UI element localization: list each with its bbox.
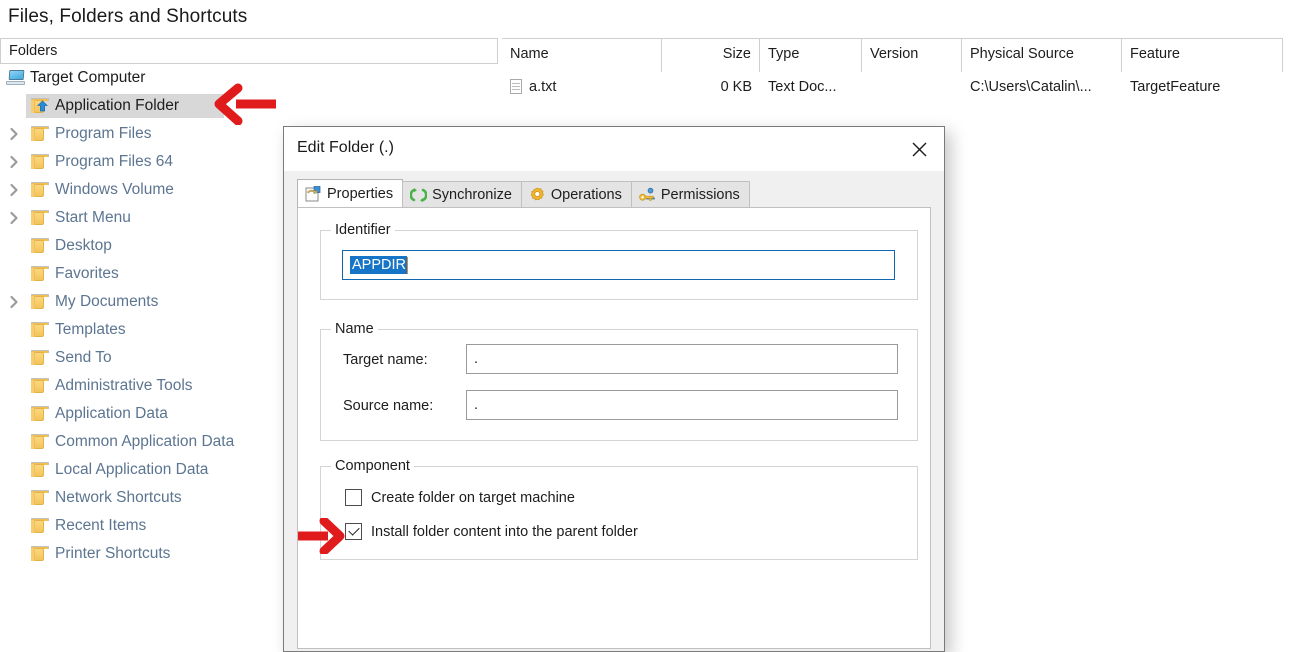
tab-properties[interactable]: Properties: [297, 179, 404, 207]
tab-label: Operations: [550, 186, 622, 203]
column-header-label: Version: [870, 46, 919, 62]
tab-permissions[interactable]: Permissions: [630, 181, 750, 207]
cell-name: a.txt: [510, 72, 654, 102]
operations-icon: [529, 187, 546, 203]
identifier-input-value: APPDIR: [350, 256, 407, 274]
cell-feature: TargetFeature: [1130, 79, 1221, 95]
tab-label: Synchronize: [432, 186, 512, 203]
tree-item-label: Start Menu: [55, 209, 131, 226]
column-header-physical-source[interactable]: Physical Source: [962, 38, 1122, 72]
install-into-parent-checkbox-label: Install folder content into the parent f…: [371, 523, 638, 540]
cell-physical-source: C:\Users\Catalin\...: [970, 79, 1092, 95]
tree-item-label: Target Computer: [30, 69, 146, 86]
dialog-tabstrip[interactable]: Properties Synchronize Operations Permissio…: [297, 179, 750, 207]
folders-column-header-label: Folders: [9, 43, 58, 59]
tab-label: Permissions: [660, 186, 740, 203]
column-header-name[interactable]: Name: [502, 38, 662, 72]
tree-item-label: Application Data: [55, 405, 168, 422]
column-header-feature[interactable]: Feature: [1122, 38, 1283, 72]
close-icon[interactable]: [904, 137, 934, 161]
properties-icon: [305, 185, 322, 202]
tree-item-label: My Documents: [55, 293, 159, 310]
source-name-label: Source name:: [343, 398, 434, 414]
chevron-right-icon[interactable]: [6, 210, 22, 226]
identifier-group-legend: Identifier: [331, 222, 395, 238]
create-folder-checkbox-row[interactable]: Create folder on target machine: [345, 489, 575, 506]
target-name-input[interactable]: .: [466, 344, 898, 374]
properties-tab-panel: Identifier APPDIR Name Target name: . So…: [297, 207, 931, 649]
tree-item-label: Desktop: [55, 237, 112, 254]
cell-version: [870, 72, 954, 102]
target-name-label: Target name:: [343, 352, 428, 368]
cell-size: 0 KB: [720, 79, 752, 95]
synchronize-icon: [409, 187, 428, 203]
tree-item-label: Administrative Tools: [55, 377, 193, 394]
tree-item-label: Windows Volume: [55, 181, 174, 198]
source-name-value: .: [474, 397, 479, 413]
column-header-label: Size: [722, 46, 751, 62]
source-name-input[interactable]: .: [466, 390, 898, 420]
text-caret: [407, 256, 408, 274]
install-into-parent-checkbox[interactable]: [345, 523, 362, 540]
tree-item-label: Send To: [55, 349, 112, 366]
edit-folder-dialog: Edit Folder (.) Properties Synchronize Ope…: [283, 126, 945, 652]
identifier-input[interactable]: APPDIR: [342, 250, 895, 280]
tree-item-label: Printer Shortcuts: [55, 545, 171, 562]
create-folder-checkbox-label: Create folder on target machine: [371, 489, 575, 506]
column-header-label: Physical Source: [970, 46, 1074, 62]
tree-item-label: Common Application Data: [55, 433, 235, 450]
text-file-icon: [510, 79, 523, 95]
file-list-header[interactable]: Name Size Type Version Physical Source Featur…: [502, 38, 1303, 72]
chevron-right-icon[interactable]: [6, 126, 22, 142]
target-name-value: .: [474, 351, 479, 367]
tree-item-label: Favorites: [55, 265, 119, 282]
page-title: Files, Folders and Shortcuts: [8, 6, 248, 27]
tree-item-application-folder[interactable]: Application Folder: [0, 92, 498, 120]
tree-item-label: Templates: [55, 321, 126, 338]
tab-synchronize[interactable]: Synchronize: [402, 181, 522, 207]
component-group: Component Create folder on target machin…: [320, 458, 918, 560]
cell-text: a.txt: [529, 79, 557, 95]
tab-label: Properties: [327, 185, 394, 202]
column-header-type[interactable]: Type: [760, 38, 862, 72]
dialog-title-bar: Edit Folder (.): [284, 127, 944, 171]
component-group-legend: Component: [331, 458, 414, 474]
tree-item-label: Program Files 64: [55, 153, 174, 170]
tab-operations[interactable]: Operations: [520, 181, 632, 207]
tree-item-label: Network Shortcuts: [55, 489, 182, 506]
tree-item-label: Recent Items: [55, 517, 147, 534]
name-group-legend: Name: [331, 321, 378, 337]
folders-column-header[interactable]: Folders: [0, 38, 498, 64]
app-root: Files, Folders and Shortcuts Folders Tar…: [0, 0, 1303, 652]
column-header-version[interactable]: Version: [862, 38, 962, 72]
name-group: Name Target name: . Source name: .: [320, 321, 918, 441]
column-header-label: Name: [510, 46, 549, 62]
cell-type: Text Doc...: [768, 79, 837, 95]
tree-item-label: Program Files: [55, 125, 152, 142]
dialog-title: Edit Folder (.): [297, 139, 394, 156]
tree-item-label: Application Folder: [55, 97, 180, 114]
chevron-right-icon[interactable]: [6, 154, 22, 170]
column-header-label: Type: [768, 46, 800, 62]
create-folder-checkbox[interactable]: [345, 489, 362, 506]
identifier-group: Identifier APPDIR: [320, 222, 918, 300]
chevron-right-icon[interactable]: [6, 294, 22, 310]
table-row[interactable]: a.txt 0 KB Text Doc... C:\Users\Catalin\...…: [502, 72, 1303, 102]
file-list-rows[interactable]: a.txt 0 KB Text Doc... C:\Users\Catalin\...…: [502, 72, 1303, 102]
install-into-parent-checkbox-row[interactable]: Install folder content into the parent f…: [345, 523, 638, 540]
column-header-size[interactable]: Size: [662, 38, 760, 72]
tree-item-target-computer[interactable]: Target Computer: [0, 64, 498, 92]
column-header-label: Feature: [1130, 46, 1180, 62]
dialog-body: Properties Synchronize Operations Permissio…: [284, 171, 944, 651]
tree-item-label: Local Application Data: [55, 461, 209, 478]
chevron-right-icon[interactable]: [6, 182, 22, 198]
permissions-icon: [639, 187, 656, 203]
